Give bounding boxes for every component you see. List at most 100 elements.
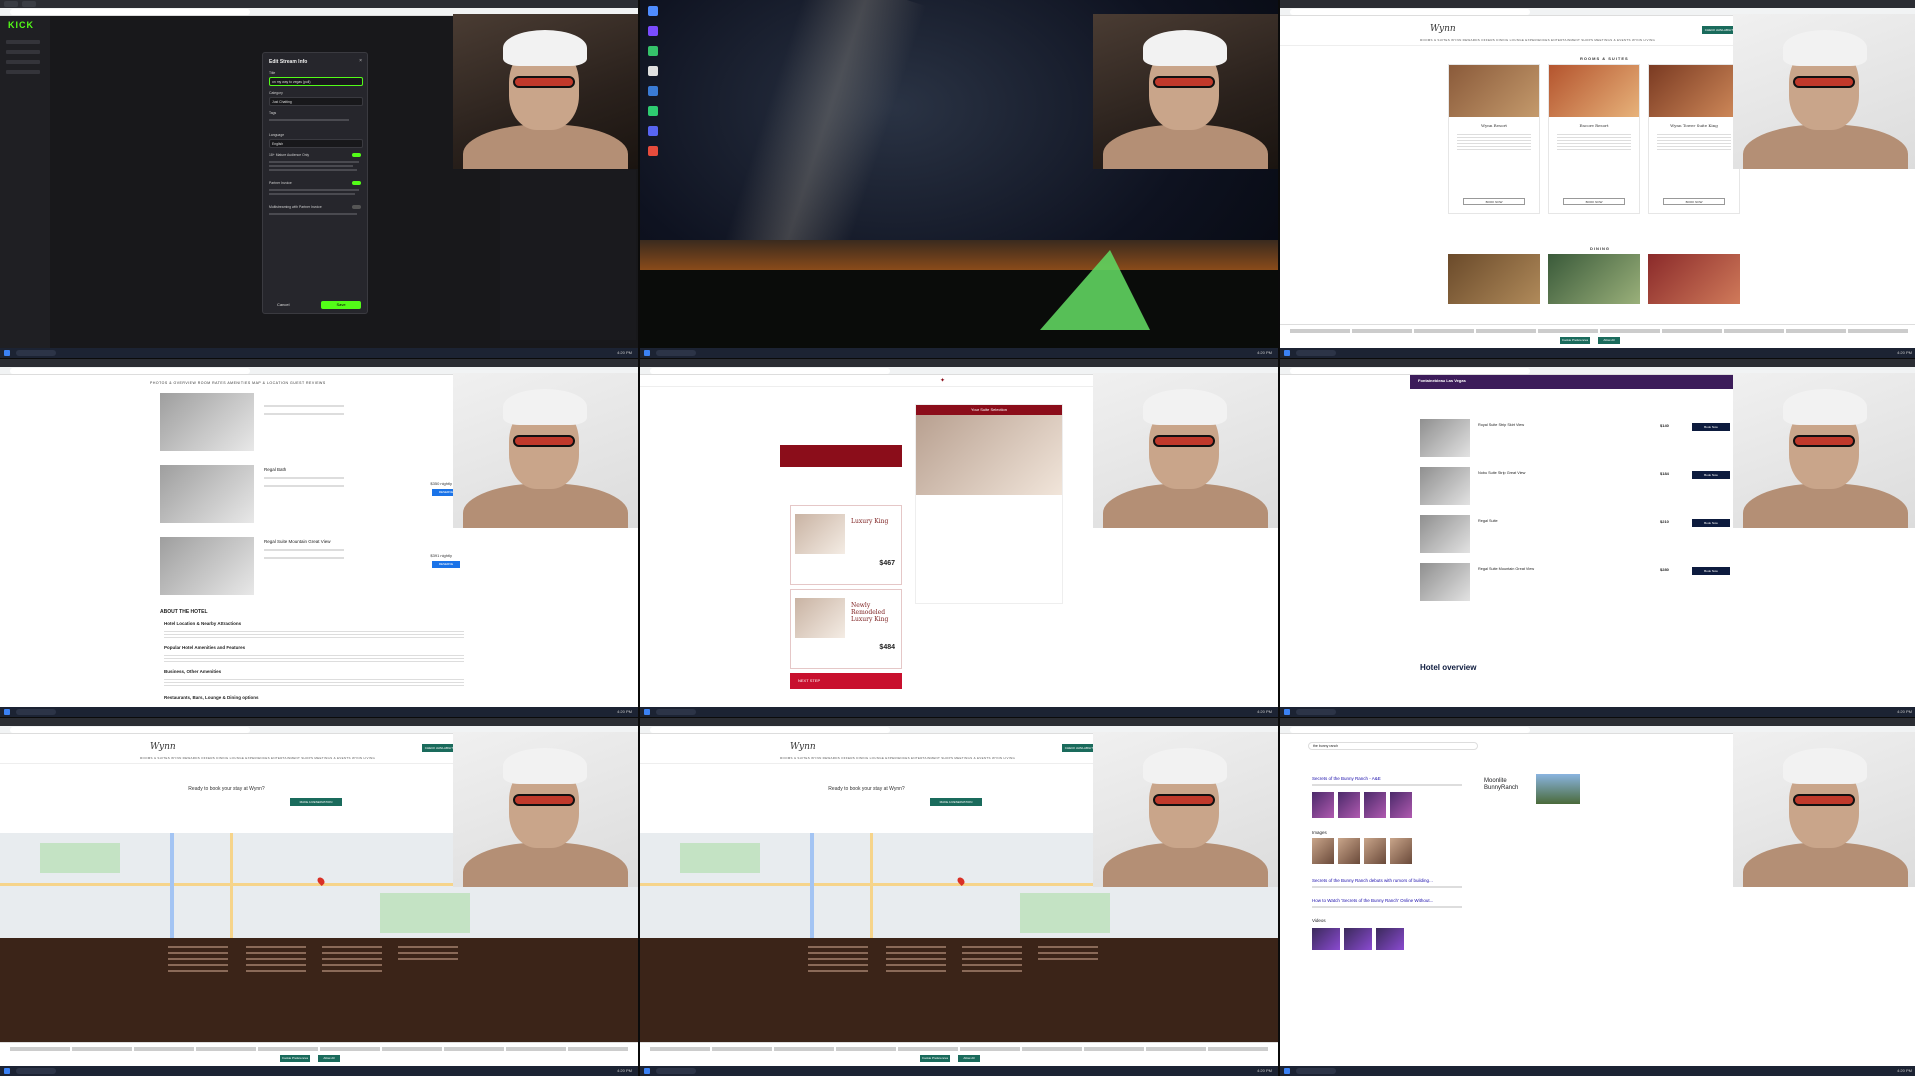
multistream-toggle[interactable] [352,205,361,209]
browser-tabbar[interactable] [1280,0,1915,8]
book-now-button[interactable]: BOOK NOW [1463,198,1525,205]
offer-banner[interactable] [780,445,902,467]
make-reservation-button[interactable]: MAKE A RESERVATION [930,798,982,806]
start-icon[interactable] [4,1068,10,1074]
sidebar-item[interactable] [6,70,40,74]
start-icon[interactable] [4,350,10,356]
image-thumbnail[interactable] [1338,838,1360,864]
book-now-button[interactable]: Book Now [1692,519,1730,527]
room-card[interactable]: Luxury King $467 [790,505,902,585]
dining-image[interactable] [1448,254,1540,304]
cookie-preferences-button[interactable]: Cookie Preferences [280,1055,310,1062]
url-field[interactable] [10,727,250,733]
taskbar-search[interactable] [656,1068,696,1074]
desktop-app-icon[interactable] [648,146,658,156]
start-icon[interactable] [644,709,650,715]
browser-tab[interactable] [22,1,36,7]
room-photo[interactable] [160,393,254,451]
sidebar-item[interactable] [6,40,40,44]
url-field[interactable] [1290,368,1530,374]
desktop-app-icon[interactable] [648,86,658,96]
search-result-link[interactable]: Secrets of the Bunny Ranch debuts with r… [1312,878,1433,883]
room-photo[interactable] [1420,563,1470,601]
url-field[interactable] [1290,727,1530,733]
start-icon[interactable] [1284,1068,1290,1074]
room-image[interactable] [1649,65,1739,117]
close-icon[interactable]: × [359,58,362,64]
book-now-button[interactable]: Book Now [1692,471,1730,479]
hotel-tabs[interactable]: PHOTOS & OVERVIEW ROOM RATES AMENITIES M… [150,381,326,385]
room-image[interactable] [1549,65,1639,117]
browser-tabbar[interactable] [0,0,638,8]
start-icon[interactable] [1284,350,1290,356]
cancel-button[interactable]: Cancel [277,302,289,307]
room-photo[interactable] [1420,419,1470,457]
start-icon[interactable] [1284,709,1290,715]
desktop-app-icon[interactable] [648,46,658,56]
image-thumbnail[interactable] [1312,838,1334,864]
search-result-link[interactable]: How to Watch 'Secrets of the Bunny Ranch… [1312,898,1433,903]
browser-tabbar[interactable] [640,718,1278,726]
book-now-button[interactable]: Book Now [1692,567,1730,575]
start-icon[interactable] [4,709,10,715]
desktop-app-icon[interactable] [648,26,658,36]
browser-tab[interactable] [4,1,18,7]
partner-toggle[interactable] [352,181,361,185]
language-select[interactable]: English [269,139,363,148]
allow-all-button[interactable]: Allow All [1598,337,1620,344]
mature-toggle[interactable] [352,153,361,157]
taskbar-search[interactable] [656,350,696,356]
video-thumbnail[interactable] [1376,928,1404,950]
sidebar-item[interactable] [6,50,40,54]
tags-field[interactable] [269,119,349,121]
taskbar-search[interactable] [16,1068,56,1074]
room-photo[interactable] [795,514,845,554]
next-step-button[interactable]: NEXT STEP [790,673,902,689]
room-image[interactable] [1449,65,1539,117]
allow-all-button[interactable]: Allow All [958,1055,980,1062]
reserve-button[interactable]: RESERVE [432,561,460,568]
wynn-logo[interactable]: Wynn [150,742,176,752]
browser-tabbar[interactable] [1280,718,1915,726]
category-select[interactable]: Just Chatting [269,97,363,106]
room-photo[interactable] [160,537,254,595]
room-photo[interactable] [795,598,845,638]
desktop-app-icon[interactable] [648,6,658,16]
room-card[interactable]: Newly Remodeled Luxury King $484 [790,589,902,669]
taskbar-search[interactable] [656,709,696,715]
browser-tabbar[interactable] [0,718,638,726]
url-field[interactable] [650,368,890,374]
browser-tabbar[interactable] [640,359,1278,367]
allow-all-button[interactable]: Allow All [318,1055,340,1062]
thumbnail[interactable] [1338,792,1360,818]
url-field[interactable] [10,368,250,374]
desktop-app-icon[interactable] [648,126,658,136]
image-thumbnail[interactable] [1364,838,1386,864]
room-photo[interactable] [160,465,254,523]
video-results[interactable] [1312,928,1404,950]
url-field[interactable] [10,9,250,15]
cookie-preferences-button[interactable]: Cookie Preferences [920,1055,950,1062]
url-field[interactable] [650,727,890,733]
taskbar-search[interactable] [1296,1068,1336,1074]
browser-tabbar[interactable] [0,359,638,367]
desktop-app-icon[interactable] [648,106,658,116]
sidebar-item[interactable] [6,60,40,64]
knowledge-panel-image[interactable] [1536,774,1580,804]
start-icon[interactable] [644,1068,650,1074]
room-photo[interactable] [1420,515,1470,553]
start-icon[interactable] [644,350,650,356]
title-input[interactable]: on my way to vegas (pull) [269,77,363,86]
main-nav[interactable]: ROOMS & SUITES WYNN REWARDS OFFERS DININ… [1420,38,1655,42]
search-result-link[interactable]: Secrets of the Bunny Ranch - A&E [1312,776,1381,781]
image-thumbnail[interactable] [1390,838,1412,864]
thumbnail[interactable] [1390,792,1412,818]
wynn-logo[interactable]: Wynn [790,742,816,752]
dining-image[interactable] [1548,254,1640,304]
taskbar-search[interactable] [16,350,56,356]
dining-image[interactable] [1648,254,1740,304]
book-now-button[interactable]: BOOK NOW [1563,198,1625,205]
suite-photo[interactable] [916,415,1062,495]
book-now-button[interactable]: Book Now [1692,423,1730,431]
search-input[interactable]: the bunny ranch [1308,742,1478,750]
